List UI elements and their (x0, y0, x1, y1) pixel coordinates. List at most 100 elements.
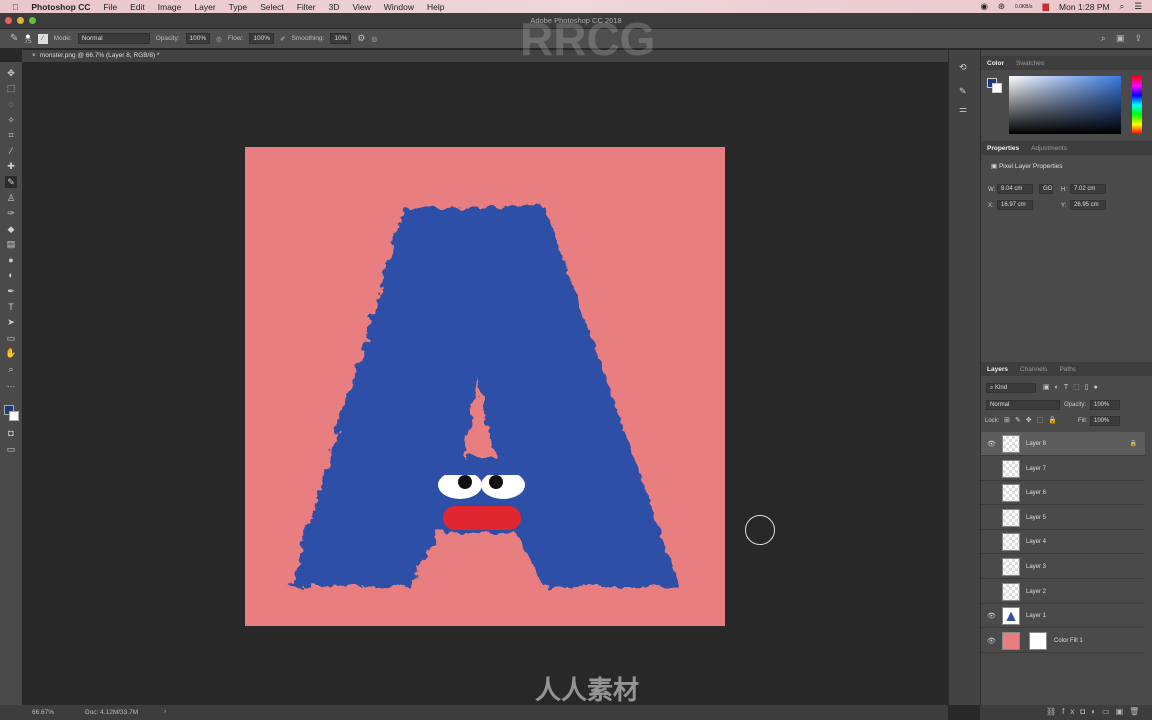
record-icon[interactable]: ◉ (980, 1, 987, 12)
close-tab-icon[interactable]: × (32, 52, 36, 59)
quick-mask-icon[interactable]: ◘ (5, 427, 17, 439)
gear-icon[interactable]: ⚙ (357, 33, 365, 44)
quick-select-tool-icon[interactable]: ✧ (5, 114, 17, 126)
clock[interactable]: Mon 1:28 PM (1059, 2, 1110, 12)
brush-panel-icon[interactable]: ⁄ (37, 33, 48, 44)
lasso-tool-icon[interactable]: ◌ (5, 98, 17, 110)
tab-layers[interactable]: Layers (987, 366, 1008, 373)
link-dimensions-button[interactable]: GO (1039, 184, 1053, 194)
eyedropper-tool-icon[interactable]: ⁄ (5, 145, 17, 157)
share-icon[interactable]: ⇪ (1134, 33, 1142, 44)
menu-file[interactable]: File (103, 2, 117, 12)
document-tab[interactable]: × monster.png @ 66.7% (Layer 8, RGB/8) * (22, 50, 948, 62)
visibility-eye-icon[interactable]: 👁 (987, 637, 996, 645)
workspace-icon[interactable]: ▣ (1116, 33, 1125, 44)
marquee-tool-icon[interactable]: ⬚ (5, 82, 17, 94)
flag-icon[interactable]: ▆ (1043, 1, 1050, 12)
menu-image[interactable]: Image (158, 2, 182, 12)
healing-tool-icon[interactable]: ✚ (5, 160, 17, 172)
width-field[interactable]: 8.04 cm (997, 184, 1033, 194)
path-select-icon[interactable]: ➤ (5, 316, 17, 328)
layer-row[interactable]: Layer 4 (981, 530, 1145, 555)
layer-row[interactable]: Layer 5 (981, 506, 1145, 530)
eraser-tool-icon[interactable]: ◆ (5, 223, 17, 235)
tab-adjustments[interactable]: Adjustments (1031, 145, 1067, 152)
brush-settings-icon[interactable]: ✎ (959, 86, 967, 97)
gradient-tool-icon[interactable]: ▤ (5, 238, 17, 250)
zoom-level[interactable]: 66.67% (32, 709, 54, 716)
menu-app[interactable]: Photoshop CC (31, 2, 90, 12)
menu-window[interactable]: Window (384, 2, 414, 12)
tab-channels[interactable]: Channels (1020, 366, 1047, 373)
apple-icon[interactable]:  (12, 2, 18, 12)
pressure-opacity-icon[interactable]: ◎ (216, 35, 222, 43)
blur-tool-icon[interactable]: ● (5, 254, 17, 266)
menu-edit[interactable]: Edit (130, 2, 145, 12)
tab-properties[interactable]: Properties (987, 145, 1019, 152)
menu-select[interactable]: Select (260, 2, 284, 12)
brush-tool-icon[interactable]: ✎ (5, 176, 17, 188)
layer-fill-field[interactable]: 100% (1090, 416, 1120, 426)
spotlight-icon[interactable]: ⌕ (1120, 1, 1125, 12)
creative-cloud-icon[interactable]: ⊛ (998, 1, 1005, 12)
visibility-eye-icon[interactable]: 👁 (987, 612, 996, 620)
opacity-field[interactable]: 100% (185, 33, 211, 44)
type-tool-icon[interactable]: T (5, 301, 17, 313)
smoothing-field[interactable]: 10% (330, 33, 352, 44)
tab-color[interactable]: Color (987, 60, 1004, 67)
layer-row[interactable]: Layer 6 (981, 481, 1145, 506)
history-brush-icon[interactable]: ✑ (5, 207, 17, 219)
layer-row[interactable]: Layer 7 (981, 457, 1145, 481)
hue-slider[interactable] (1132, 76, 1142, 134)
airbrush-icon[interactable]: ✐ (280, 35, 285, 43)
y-field[interactable]: 26.95 cm (1070, 200, 1106, 210)
layer-filter-icons[interactable]: ▣◐T⬚▯● (1043, 383, 1103, 391)
brush-tool-icon[interactable]: ✎ (10, 33, 18, 44)
layer-row[interactable]: Layer 2 (981, 580, 1145, 604)
pen-tool-icon[interactable]: ✒ (5, 285, 17, 297)
layer-action-icons[interactable]: ⛓fx◘◐▭▣🗑 (1046, 707, 1145, 716)
more-tools-icon[interactable]: … (5, 378, 17, 390)
background-color-swatch[interactable] (9, 411, 19, 421)
visibility-eye-icon[interactable]: 👁 (987, 440, 996, 448)
tab-paths[interactable]: Paths (1059, 366, 1076, 373)
doc-size[interactable]: Doc: 4.12M/33.7M (85, 709, 138, 716)
layer-filter-select[interactable]: ⌕ Kind (986, 383, 1036, 393)
history-icon[interactable]: ⟲ (959, 62, 967, 73)
layer-row[interactable]: 👁 Layer 8 🔒 (981, 432, 1145, 456)
menu-3d[interactable]: 3D (329, 2, 340, 12)
screen-mode-icon[interactable]: ▭ (5, 443, 17, 455)
layer-row[interactable]: Layer 3 (981, 555, 1145, 579)
stamp-tool-icon[interactable]: ♙ (5, 192, 17, 204)
layer-row[interactable]: 👁 Color Fill 1 (981, 629, 1145, 653)
menu-filter[interactable]: Filter (297, 2, 316, 12)
layer-row[interactable]: 👁 ▲ Layer 1 (981, 604, 1145, 629)
menu-view[interactable]: View (352, 2, 370, 12)
status-menu-arrow[interactable]: › (164, 708, 166, 715)
mode-select[interactable]: Normal (77, 33, 150, 44)
dodge-tool-icon[interactable]: ◐ (5, 269, 17, 281)
menu-help[interactable]: Help (427, 2, 444, 12)
flow-field[interactable]: 100% (249, 33, 274, 44)
lock-icons[interactable]: ⊞✎✥⬚🔒 (1004, 416, 1062, 424)
rectangle-tool-icon[interactable]: ▭ (5, 332, 17, 344)
document-canvas[interactable] (245, 147, 725, 626)
zoom-tool-icon[interactable]: ⌕ (5, 363, 17, 375)
blend-mode-select[interactable]: Normal (986, 400, 1060, 410)
hand-tool-icon[interactable]: ✋ (5, 347, 17, 359)
color-field[interactable] (1009, 76, 1121, 134)
color-background[interactable] (992, 83, 1002, 93)
tab-swatches[interactable]: Swatches (1016, 60, 1044, 67)
move-tool-icon[interactable]: ✥ (5, 67, 17, 79)
notification-icon[interactable]: ☰ (1134, 1, 1142, 12)
x-field[interactable]: 16.97 cm (997, 200, 1033, 210)
search-icon[interactable]: ⌕ (1101, 33, 1106, 44)
menu-type[interactable]: Type (229, 2, 247, 12)
brush-preset[interactable]: ● 75 (24, 31, 31, 45)
height-field[interactable]: 7.02 cm (1070, 184, 1106, 194)
menu-layer[interactable]: Layer (194, 2, 215, 12)
crop-tool-icon[interactable]: ⌗ (5, 129, 17, 141)
adjust-icon[interactable]: ⚌ (959, 104, 967, 115)
layer-opacity-field[interactable]: 100% (1090, 400, 1120, 410)
pressure-size-icon[interactable]: ◎ (371, 35, 377, 43)
